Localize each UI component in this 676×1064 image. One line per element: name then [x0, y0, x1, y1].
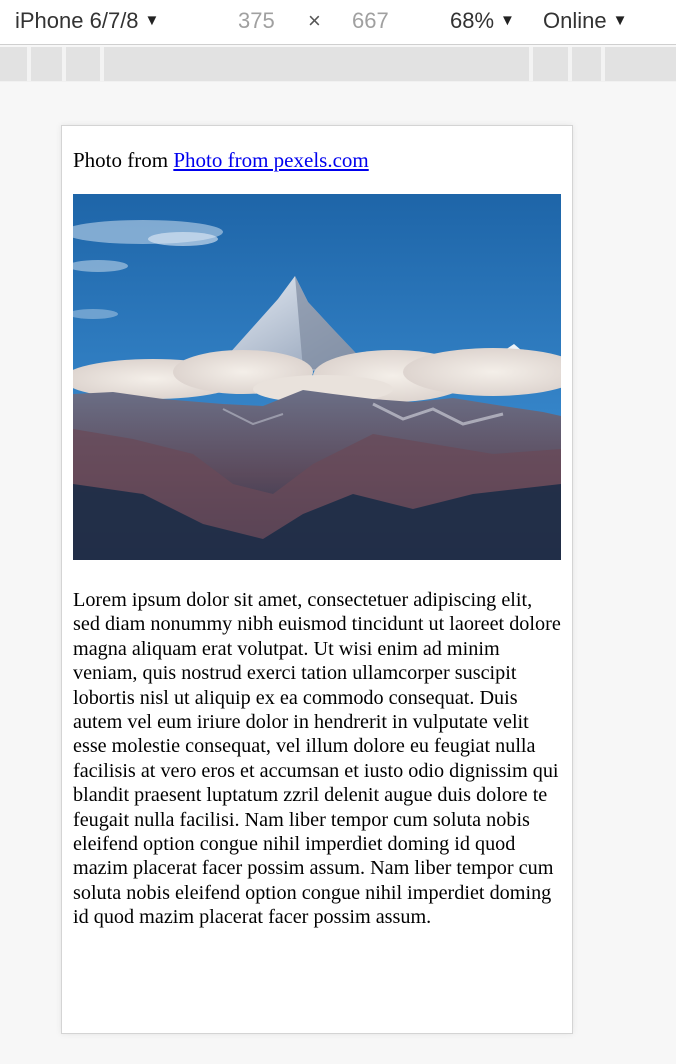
media-query-segment[interactable]: [605, 47, 676, 81]
caret-down-icon: ▼: [500, 12, 515, 29]
mountain-photo: [73, 194, 561, 560]
zoom-select[interactable]: 68% ▼: [450, 6, 515, 36]
photo-credit: Photo from Photo from pexels.com: [73, 148, 369, 173]
media-query-segment[interactable]: [533, 47, 572, 81]
media-query-segment[interactable]: [66, 47, 104, 81]
dimension-separator: ×: [308, 8, 321, 33]
device-select[interactable]: iPhone 6/7/8 ▼: [15, 6, 159, 36]
device-label: iPhone 6/7/8: [15, 8, 139, 33]
media-query-bar: [0, 47, 676, 82]
zoom-label: 68%: [450, 8, 495, 33]
device-toolbar: iPhone 6/7/8 ▼ 375 × 667 68% ▼ Online ▼: [0, 0, 676, 45]
credit-prefix: Photo from: [73, 148, 169, 172]
pexels-link[interactable]: Photo from pexels.com: [173, 148, 368, 172]
media-query-segment[interactable]: [572, 47, 605, 81]
media-query-segment[interactable]: [31, 47, 66, 81]
network-label: Online: [543, 8, 607, 33]
caret-down-icon: ▼: [144, 12, 160, 29]
network-throttle-select[interactable]: Online ▼: [543, 6, 627, 36]
width-input[interactable]: 375: [238, 6, 275, 36]
device-viewport: Photo from Photo from pexels.com Lorem i…: [61, 125, 573, 1034]
media-query-segment[interactable]: [104, 47, 533, 81]
height-input[interactable]: 667: [352, 6, 389, 36]
caret-down-icon: ▼: [612, 12, 628, 29]
lorem-paragraph: Lorem ipsum dolor sit amet, consectetuer…: [73, 589, 561, 929]
media-query-segment[interactable]: [0, 47, 31, 81]
